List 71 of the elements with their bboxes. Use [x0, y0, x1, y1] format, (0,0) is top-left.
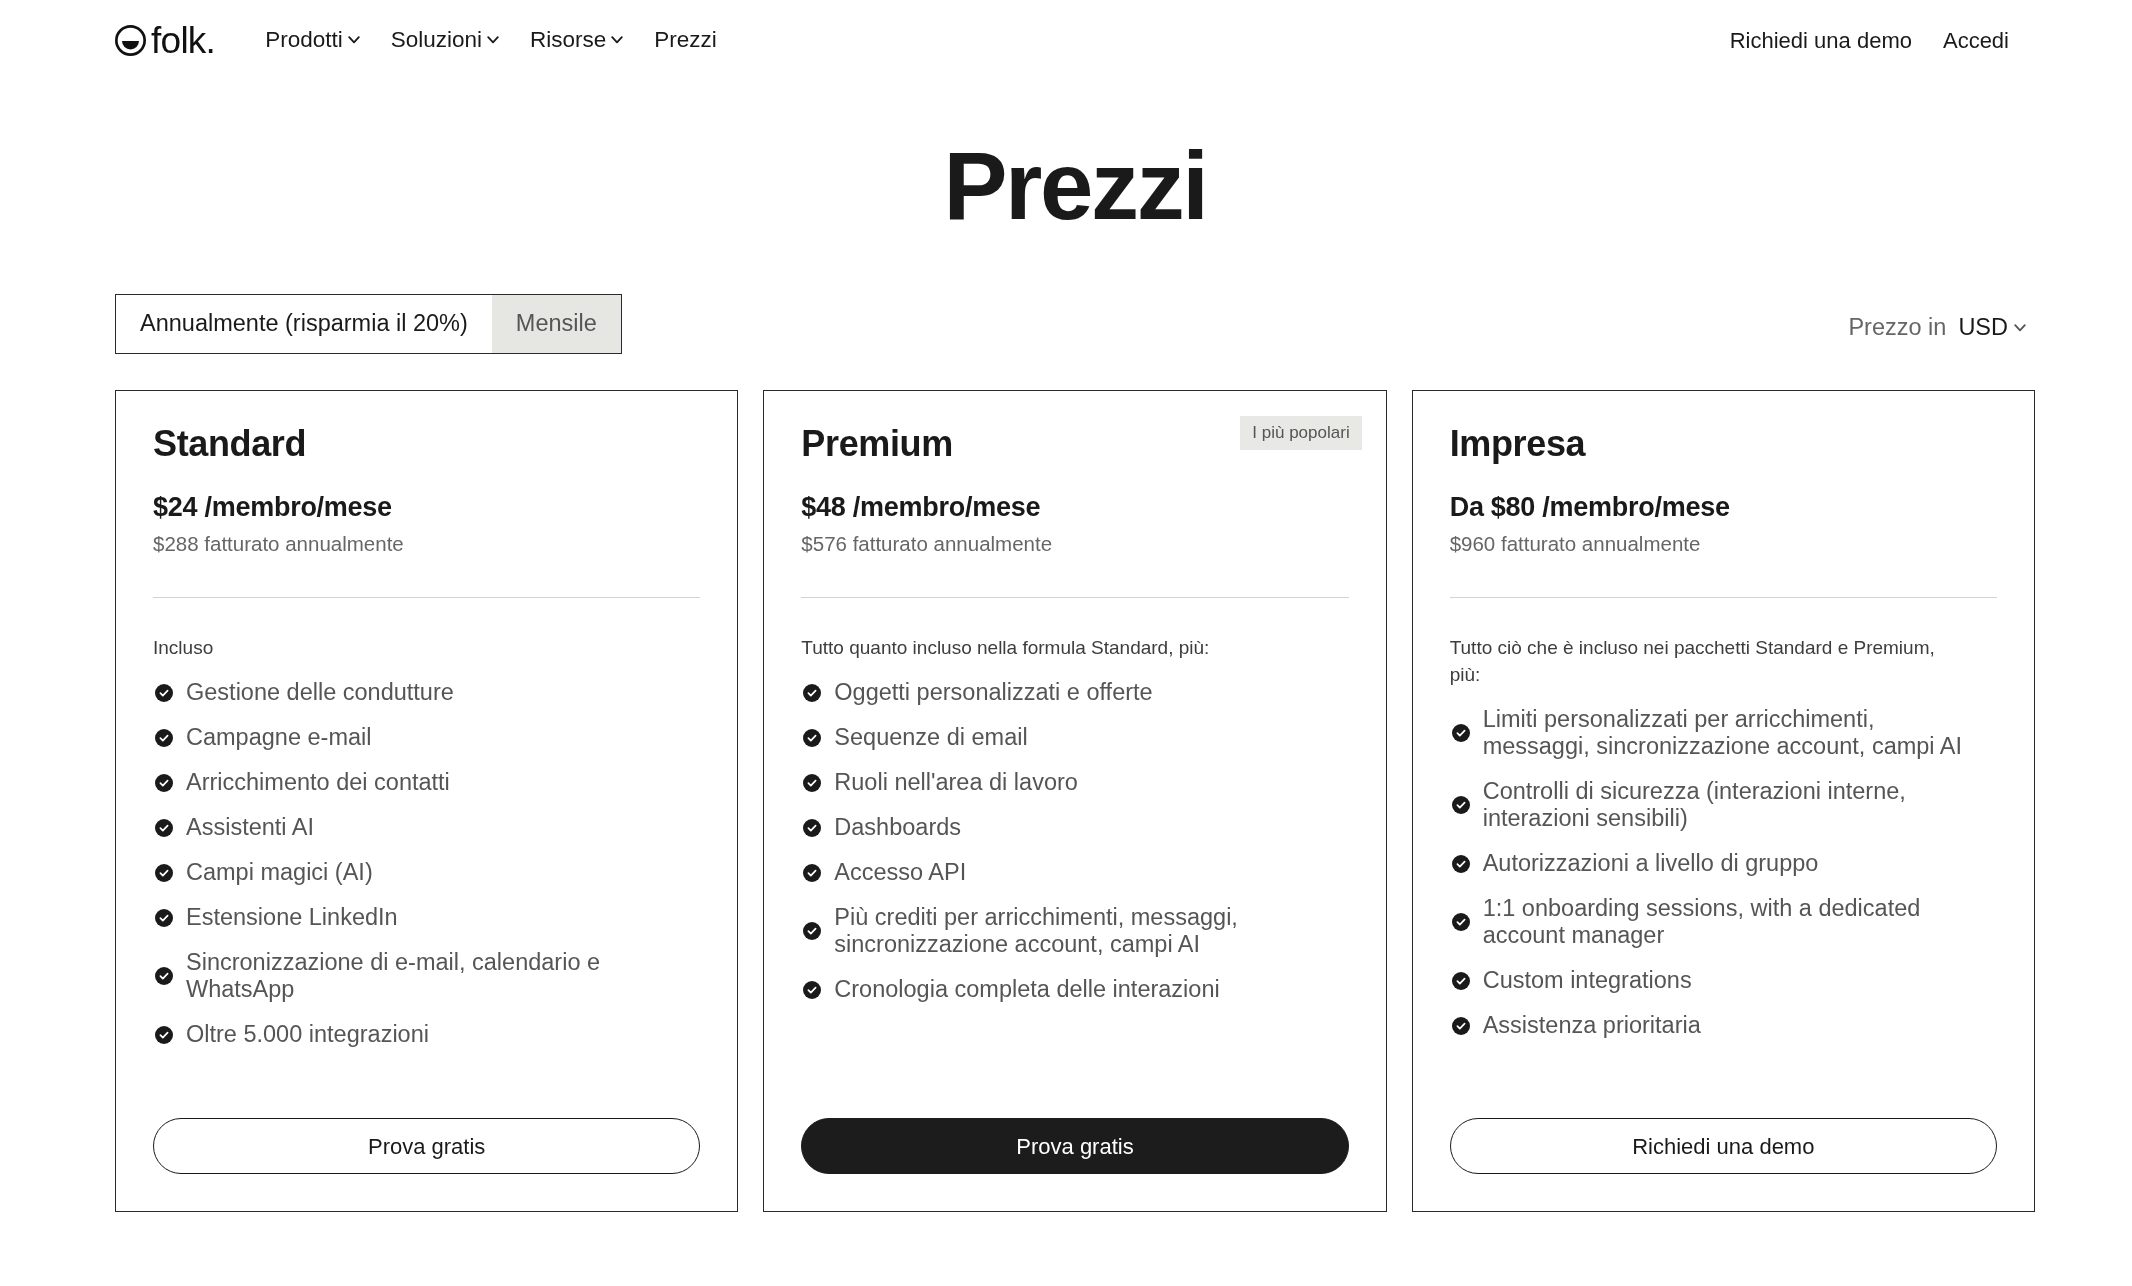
- billed-annually-text: $960 fatturato annualmente: [1449, 531, 1701, 557]
- chevron-down-icon: [2014, 324, 2026, 332]
- check-circle-icon: [1451, 854, 1470, 873]
- feature-text: Assistenti AI: [186, 814, 314, 841]
- check-circle-icon: [1451, 913, 1470, 931]
- billed-annually-text: $288 fatturato annualmente: [153, 531, 404, 557]
- check-circle-icon: [155, 818, 173, 837]
- check-circle-icon: [803, 980, 822, 999]
- popular-badge: I più popolari: [1240, 416, 1362, 450]
- feature-text: Cronologia completa delle interazioni: [834, 976, 1220, 1003]
- check-circle-icon: [1451, 971, 1470, 990]
- feature-text: Gestione delle condutture: [186, 679, 454, 706]
- feature-text: Autorizzazioni a livello di gruppo: [1482, 850, 1819, 877]
- feature-text: Più crediti per arricchimenti, messaggi, sincronizzazione account, campi AI: [834, 904, 1239, 958]
- check-circle-icon: [803, 863, 822, 882]
- currency-label: Prezzo in: [1848, 313, 1947, 343]
- half-filled-circle-icon: [115, 24, 146, 56]
- check-circle-icon: [803, 728, 822, 747]
- feature-text: Dashboards: [834, 814, 962, 841]
- feature-text: Campagne e-mail: [186, 724, 372, 751]
- check-circle-icon: [155, 908, 173, 927]
- feature-text: Oggetti personalizzati e offerte: [834, 679, 1153, 706]
- nav-menu-item[interactable]: Prezzi: [654, 23, 717, 57]
- nav-menu-item[interactable]: Risorse: [530, 23, 624, 57]
- feature-text: 1:1 onboarding sessions, with a dedicated account manager: [1482, 895, 1922, 949]
- check-circle-icon: [155, 773, 173, 792]
- plan-price: $24 /membro/mese: [153, 491, 392, 523]
- feature-text: Assistenza prioritaria: [1482, 1012, 1701, 1039]
- check-circle-icon: [1451, 724, 1470, 742]
- check-circle-icon: [803, 922, 822, 940]
- header-link[interactable]: Accedi: [1942, 23, 2009, 57]
- check-circle-icon: [803, 683, 822, 702]
- feature-text: Arricchimento dei contatti: [186, 769, 450, 796]
- billed-annually-text: $576 fatturato annualmente: [801, 531, 1053, 557]
- feature-text: Ruoli nell'area di lavoro: [834, 769, 1078, 796]
- feature-text: Accesso API: [834, 859, 967, 886]
- check-circle-icon: [155, 863, 173, 882]
- plan-intro-text: Tutto quanto incluso nella formula Standard, più:: [801, 636, 1211, 660]
- plan-name: Standard: [153, 426, 307, 462]
- plan-intro-text: Tutto ciò che è incluso nei pacchetti Standard e Premium, più:: [1449, 636, 1936, 687]
- feature-text: Sincronizzazione di e-mail, calendario e WhatsApp: [186, 949, 602, 1003]
- check-circle-icon: [155, 683, 173, 702]
- billing-period-tab[interactable]: Mensile: [491, 295, 621, 353]
- feature-text: Oltre 5.000 integrazioni: [186, 1021, 429, 1048]
- nav-menu-item[interactable]: Prodotti: [265, 23, 360, 57]
- feature-text: Campi magici (AI): [186, 859, 373, 886]
- check-circle-icon: [1451, 796, 1470, 814]
- feature-text: Limiti personalizzati per arricchimenti, messaggi, sincronizzazione account, campi AI: [1482, 706, 1964, 760]
- plan-name: Impresa: [1449, 426, 1586, 462]
- check-circle-icon: [155, 967, 173, 985]
- feature-text: Sequenze di email: [834, 724, 1028, 751]
- feature-text: Estensione LinkedIn: [186, 904, 398, 931]
- nav-menu-item[interactable]: Soluzioni: [390, 23, 500, 57]
- check-circle-icon: [803, 773, 822, 792]
- check-circle-icon: [155, 728, 173, 747]
- page-title: Prezzi: [942, 138, 1208, 234]
- plan-cta-button[interactable]: Prova gratis: [801, 1118, 1349, 1174]
- plan-price: $48 /membro/mese: [801, 491, 1041, 523]
- plan-name: Premium: [801, 426, 953, 462]
- check-circle-icon: [1451, 1016, 1470, 1035]
- header-link[interactable]: Richiedi una demo: [1729, 23, 1912, 57]
- plan-intro-text: Incluso: [153, 636, 215, 660]
- check-circle-icon: [803, 818, 822, 837]
- logo[interactable]: folk.: [115, 21, 216, 59]
- currency-dropdown[interactable]: USD: [1958, 310, 2026, 346]
- feature-text: Controlli di sicurezza (interazioni interne, interazioni sensibili): [1482, 778, 1907, 832]
- plan-cta-button[interactable]: Richiedi una demo: [1449, 1118, 1997, 1174]
- plan-cta-button[interactable]: Prova gratis: [153, 1118, 701, 1174]
- plan-price: Da $80 /membro/mese: [1449, 491, 1730, 523]
- feature-text: Custom integrations: [1482, 967, 1692, 994]
- check-circle-icon: [155, 1025, 173, 1044]
